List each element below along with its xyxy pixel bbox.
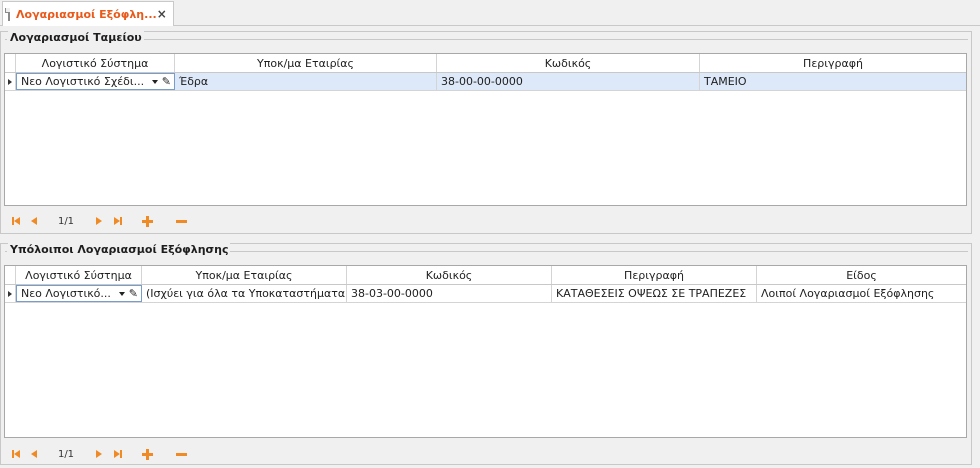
system-combo[interactable]: Νεο Λογιστικό... ✎	[16, 285, 142, 302]
group-rule	[139, 39, 968, 40]
system-value: Νεο Λογιστικό Σχέδι...	[21, 75, 145, 88]
row-indicator	[5, 285, 16, 302]
type-cell[interactable]: Λοιποί Λογαριασμοί Εξόφλησης	[757, 285, 966, 302]
branch-cell[interactable]: (Ισχύει για όλα τα Υποκαταστήματα)	[142, 285, 347, 302]
group-caption: Λογαριασμοί Ταμείου	[8, 31, 144, 44]
last-record-icon[interactable]	[111, 213, 125, 229]
tab-strip: Λογαριασμοί Εξόφλη... ×	[0, 0, 980, 26]
last-record-icon[interactable]	[111, 446, 125, 462]
document-icon	[5, 7, 10, 21]
minus-icon[interactable]	[169, 213, 193, 229]
code-cell[interactable]: 38-03-00-0000	[347, 285, 552, 302]
chevron-down-icon[interactable]	[118, 291, 125, 296]
first-record-icon[interactable]	[9, 213, 23, 229]
column-header-branch[interactable]: Υποκ/μα Εταιρίας	[142, 266, 347, 284]
record-navigator: 1/1	[9, 446, 193, 462]
chevron-down-icon[interactable]	[151, 79, 158, 84]
plus-icon[interactable]	[125, 213, 169, 229]
tab-title: Λογαριασμοί Εξόφλη...	[16, 7, 157, 21]
system-value: Νεο Λογιστικό...	[21, 287, 111, 300]
minus-icon[interactable]	[169, 446, 193, 462]
grid-header: Λογιστικό Σύστημα Υποκ/μα Εταιρίας Κωδικ…	[5, 54, 966, 73]
column-header-code[interactable]: Κωδικός	[437, 54, 700, 72]
table-row[interactable]: Νεο Λογιστικό Σχέδι... ✎ Έδρα 38-00-00-0…	[5, 73, 966, 91]
column-header-description[interactable]: Περιγραφή	[700, 54, 966, 72]
previous-record-icon[interactable]	[23, 446, 45, 462]
next-record-icon[interactable]	[87, 213, 111, 229]
other-accounts-grid[interactable]: Λογιστικό Σύστημα Υποκ/μα Εταιρίας Κωδικ…	[4, 265, 967, 438]
column-header-type[interactable]: Είδος	[757, 266, 966, 284]
column-header-code[interactable]: Κωδικός	[347, 266, 552, 284]
close-icon[interactable]: ×	[157, 7, 167, 21]
description-cell[interactable]: ΚΑΤΑΘΕΣΕΙΣ ΟΨΕΩΣ ΣΕ ΤΡΑΠΕΖΕΣ	[552, 285, 757, 302]
first-record-icon[interactable]	[9, 446, 23, 462]
table-row[interactable]: Νεο Λογιστικό... ✎ (Ισχύει για όλα τα Υπ…	[5, 285, 966, 303]
next-record-icon[interactable]	[87, 446, 111, 462]
row-pointer-icon	[8, 290, 12, 297]
pager-label: 1/1	[57, 448, 75, 460]
group-caption: Υπόλοιποι Λογαριασμοί Εξόφλησης	[8, 243, 231, 256]
tab-payment-accounts[interactable]: Λογαριασμοί Εξόφλη... ×	[2, 1, 174, 26]
group-rule	[5, 39, 7, 40]
column-header-system[interactable]: Λογιστικό Σύστημα	[16, 54, 175, 72]
pager-label: 1/1	[57, 215, 75, 227]
row-pointer-icon	[8, 78, 12, 85]
column-header-branch[interactable]: Υποκ/μα Εταιρίας	[175, 54, 437, 72]
group-rule	[213, 251, 968, 252]
code-cell[interactable]: 38-00-00-0000	[437, 73, 700, 90]
group-rule	[5, 251, 7, 252]
previous-record-icon[interactable]	[23, 213, 45, 229]
row-indicator-header	[5, 54, 16, 72]
column-header-system[interactable]: Λογιστικό Σύστημα	[16, 266, 142, 284]
other-accounts-group: Υπόλοιποι Λογαριασμοί Εξόφλησης Λογιστικ…	[0, 243, 972, 465]
description-cell[interactable]: ΤΑΜΕΙΟ	[700, 73, 966, 90]
branch-cell[interactable]: Έδρα	[175, 73, 437, 90]
grid-header: Λογιστικό Σύστημα Υποκ/μα Εταιρίας Κωδικ…	[5, 266, 966, 285]
cash-accounts-grid[interactable]: Λογιστικό Σύστημα Υποκ/μα Εταιρίας Κωδικ…	[4, 53, 967, 206]
row-indicator-header	[5, 266, 16, 284]
row-indicator	[5, 73, 16, 90]
pencil-icon[interactable]: ✎	[162, 75, 171, 88]
plus-icon[interactable]	[125, 446, 169, 462]
column-header-description[interactable]: Περιγραφή	[552, 266, 757, 284]
cash-accounts-group: Λογαριασμοί Ταμείου Λογιστικό Σύστημα Υπ…	[0, 31, 972, 234]
pencil-icon[interactable]: ✎	[129, 287, 138, 300]
record-navigator: 1/1	[9, 213, 193, 229]
system-combo[interactable]: Νεο Λογιστικό Σχέδι... ✎	[16, 73, 175, 90]
